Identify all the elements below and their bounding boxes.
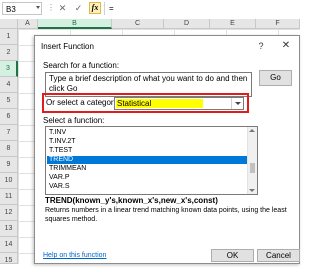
row-header[interactable]: 10	[0, 173, 18, 189]
row-label: 3	[6, 65, 10, 72]
dialog-title: Insert Function	[41, 42, 94, 51]
list-item[interactable]: TRIMMEAN	[47, 165, 249, 173]
chevron-down-icon[interactable]	[36, 6, 40, 9]
row-header[interactable]: 9	[0, 157, 18, 173]
scroll-down-icon[interactable]	[249, 189, 255, 192]
category-value: Statistical	[116, 99, 203, 108]
chevron-down-icon[interactable]	[231, 98, 243, 109]
fx-icon: fx	[91, 3, 99, 12]
row-label: 14	[4, 241, 13, 248]
row-header[interactable]: 6	[0, 109, 18, 125]
row-header-selected[interactable]: 3	[0, 61, 18, 77]
go-button[interactable]: Go	[259, 70, 292, 86]
list-scrollbar[interactable]	[247, 127, 257, 194]
column-label: E	[230, 20, 235, 27]
row-label: 9	[6, 161, 11, 168]
category-select[interactable]: Statistical	[114, 97, 244, 110]
column-header[interactable]: E	[210, 19, 256, 29]
row-header[interactable]: 8	[0, 141, 18, 157]
scroll-thumb[interactable]	[250, 163, 255, 173]
list-item[interactable]: T.INV	[47, 129, 249, 137]
row-header[interactable]: 4	[0, 77, 18, 93]
cancel-button[interactable]: Cancel	[257, 249, 300, 262]
enter-button[interactable]: ✓	[73, 3, 84, 14]
column-header[interactable]: D	[164, 19, 210, 29]
row-label: 8	[6, 145, 11, 152]
column-label: C	[134, 20, 141, 27]
row-header[interactable]: 13	[0, 221, 18, 237]
select-all-corner[interactable]	[0, 19, 18, 29]
column-label: B	[72, 20, 77, 27]
row-header[interactable]: 5	[0, 93, 18, 109]
row-label: 4	[6, 81, 11, 88]
row-label: 5	[6, 97, 11, 104]
list-item[interactable]: T.INV.2T	[47, 138, 249, 146]
category-label: Or select a category:	[46, 98, 120, 107]
list-item[interactable]: T.TEST	[47, 147, 249, 155]
search-label: Search for a function:	[43, 61, 120, 70]
list-item-selected[interactable]: TREND	[47, 156, 249, 164]
column-header-selected[interactable]: B	[38, 19, 112, 29]
formula-bar: B3 ⋮ ✕ ✓ fx =	[0, 0, 300, 20]
row-header[interactable]: 12	[0, 205, 18, 221]
cancel-entry-button[interactable]: ✕	[57, 3, 68, 14]
row-label: 7	[6, 129, 11, 136]
row-label: 10	[4, 177, 13, 184]
function-description: Returns numbers in a linear trend matchi…	[45, 207, 287, 223]
row-label: 12	[4, 209, 13, 216]
column-label: D	[183, 20, 190, 27]
list-item[interactable]: VAR.S	[47, 183, 249, 191]
function-list-label: Select a function:	[43, 116, 105, 125]
row-header[interactable]: 7	[0, 125, 18, 141]
row-label: 2	[6, 49, 11, 56]
close-icon[interactable]: ✕	[279, 39, 293, 53]
column-header[interactable]: C	[112, 19, 164, 29]
row-header[interactable]: 11	[0, 189, 18, 205]
row-header[interactable]: 2	[0, 45, 18, 61]
list-item[interactable]: VAR.P	[47, 174, 249, 182]
row-label: 1	[6, 33, 11, 40]
column-label: A	[25, 20, 30, 27]
ok-button[interactable]: OK	[211, 249, 254, 262]
row-header[interactable]: 14	[0, 237, 18, 253]
insert-function-button[interactable]: fx	[89, 2, 101, 14]
column-label: F	[275, 20, 280, 27]
column-header[interactable]: A	[18, 19, 38, 29]
help-icon[interactable]: ?	[255, 40, 267, 52]
formula-input[interactable]: =	[104, 2, 298, 15]
more-icon: ⋮	[47, 3, 55, 12]
row-label: 15	[4, 257, 13, 264]
help-link[interactable]: Help on this function	[43, 252, 106, 259]
row-header[interactable]: 1	[0, 29, 18, 45]
formula-text: =	[109, 4, 114, 13]
function-list[interactable]: T.INV T.INV.2T T.TEST TREND TRIMMEAN VAR…	[45, 126, 258, 195]
check-icon: ✓	[74, 3, 83, 13]
column-header[interactable]: F	[256, 19, 300, 29]
cancel-icon: ✕	[58, 3, 67, 13]
row-label: 6	[6, 113, 11, 120]
row-label: 13	[4, 225, 13, 232]
row-label: 11	[4, 193, 13, 200]
scroll-up-icon[interactable]	[249, 129, 255, 132]
insert-function-dialog: Insert Function ? ✕ Search for a functio…	[34, 35, 300, 264]
row-header[interactable]: 15	[0, 253, 18, 264]
function-syntax: TREND(known_y's,known_x's,new_x's,const)	[45, 196, 218, 205]
name-box-value: B3	[6, 5, 16, 14]
